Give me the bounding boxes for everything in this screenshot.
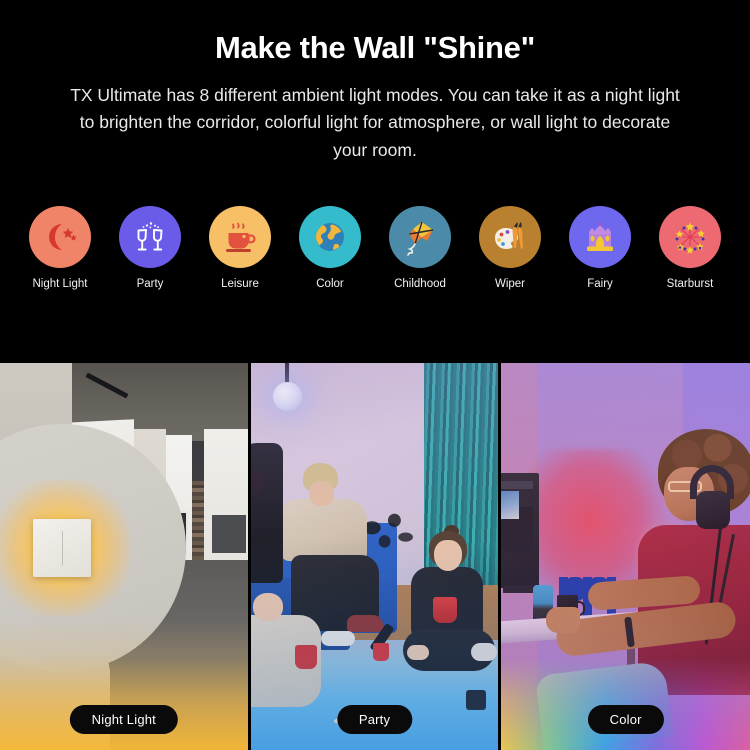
red-cup (432, 597, 457, 623)
mode-item-wiper[interactable]: Wiper (474, 206, 546, 291)
headphone-earcup (696, 491, 731, 529)
mode-circle-leisure (209, 206, 271, 268)
mode-item-fairy[interactable]: Fairy (564, 206, 636, 291)
computer-monitor (501, 473, 540, 588)
mode-item-night-light[interactable]: Night Light (24, 206, 96, 291)
mode-item-starburst[interactable]: Starburst (654, 206, 726, 291)
mode-label: Color (316, 278, 344, 290)
coffee-cup-steam-icon (220, 217, 260, 257)
person-foreground-left (250, 593, 321, 743)
person-sock (470, 643, 497, 661)
red-cup (294, 645, 317, 669)
gallery-panel-night-light[interactable]: Night Light (0, 363, 248, 750)
mode-item-color[interactable]: Color (294, 206, 366, 291)
person-seated-on-sofa (280, 463, 395, 661)
mode-circle-night-light (29, 206, 91, 268)
pendant-lamp (272, 382, 302, 411)
person-hand (546, 607, 581, 633)
paint-palette-brush-icon (490, 217, 530, 257)
fireworks-stars-icon (670, 217, 710, 257)
mode-label: Fairy (587, 278, 613, 290)
mode-item-childhood[interactable]: Childhood (384, 206, 456, 291)
page-title: Make the Wall "Shine" (215, 30, 535, 65)
red-cup (372, 643, 389, 661)
person-face (308, 481, 334, 506)
kite-icon (400, 217, 440, 257)
mode-circle-party (119, 206, 181, 268)
panel-caption-party: Party (336, 705, 413, 734)
castle-crown-icon (580, 217, 620, 257)
hero-description: TX Ultimate has 8 different ambient ligh… (70, 84, 680, 160)
mode-label: Leisure (221, 278, 259, 290)
person-face (433, 540, 462, 571)
hero-section: Make the Wall "Shine" TX Ultimate has 8 … (0, 0, 750, 363)
ambient-mode-list: Night Light Party Leisure Color Childhoo… (0, 206, 750, 291)
crescent-moon-stars-icon (40, 217, 80, 257)
monitor-preview-image (501, 491, 520, 519)
person-sneaker-white (320, 631, 355, 646)
person-sweater (280, 499, 367, 561)
mode-label: Childhood (394, 278, 446, 290)
person-sitting-on-floor (401, 525, 497, 673)
rgb-light-gradient (501, 658, 750, 750)
gallery-strip: Night Light Party Color (0, 363, 750, 750)
mode-label: Night Light (32, 278, 88, 290)
mode-label: Party (136, 278, 164, 290)
globe-icon (310, 217, 350, 257)
dark-mug (466, 690, 487, 710)
mode-circle-wiper (479, 206, 541, 268)
mode-item-party[interactable]: Party (114, 206, 186, 291)
mode-label: Wiper (494, 278, 526, 290)
square-wall-light (33, 519, 91, 577)
wall-screen (211, 515, 246, 553)
mode-circle-starburst (659, 206, 721, 268)
person-foot (406, 645, 429, 660)
mode-circle-childhood (389, 206, 451, 268)
champagne-glasses-icon (130, 217, 170, 257)
gallery-panel-color[interactable]: Color (501, 363, 750, 750)
mode-item-leisure[interactable]: Leisure (204, 206, 276, 291)
mode-circle-color (299, 206, 361, 268)
mode-circle-fairy (569, 206, 631, 268)
person-in-dark-clothes (250, 443, 283, 583)
monitor-stand (503, 585, 534, 593)
mode-label: Starburst (666, 278, 714, 290)
panel-caption-night-light: Night Light (69, 705, 179, 734)
panel-caption-color: Color (587, 705, 664, 734)
person-sneaker (346, 615, 383, 632)
person-head (252, 593, 283, 621)
gallery-panel-party[interactable]: Party (250, 363, 499, 750)
